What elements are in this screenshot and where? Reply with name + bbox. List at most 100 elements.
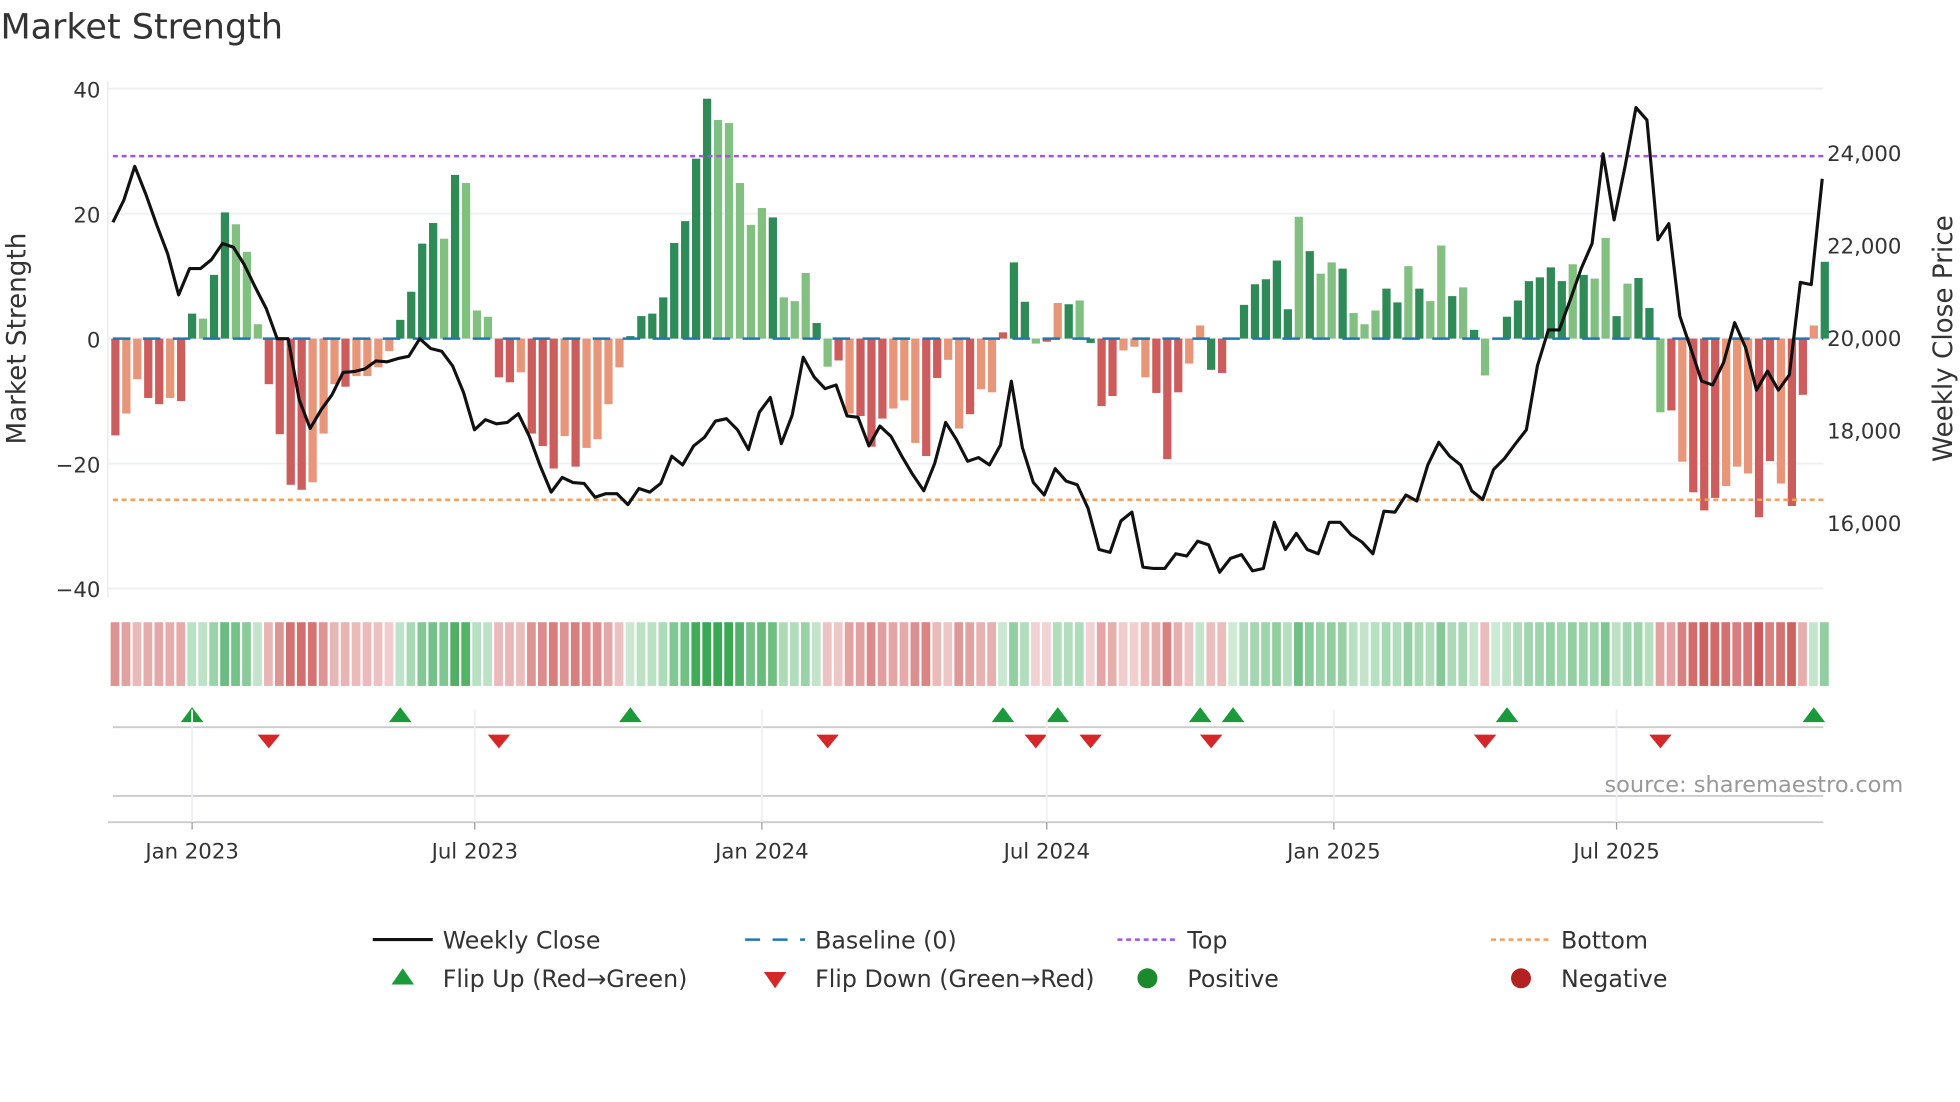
strength-strip-cell	[932, 622, 942, 686]
strength-strip-cell	[1644, 622, 1654, 686]
strength-strip-cell	[625, 622, 635, 686]
strength-strip-cell	[570, 622, 580, 686]
strength-strip-cell	[998, 622, 1007, 686]
strength-strip-cell	[855, 622, 865, 686]
strength-bar	[1415, 288, 1424, 339]
strength-bar	[231, 224, 241, 339]
strength-bar	[1031, 338, 1040, 344]
strength-strip-cell	[1655, 622, 1665, 686]
strength-bar	[1480, 338, 1490, 376]
x-tick-label: Jul 2025	[1571, 839, 1659, 864]
strength-strip-cell	[1348, 622, 1358, 686]
strength-bar	[823, 338, 832, 367]
flip-down-marker	[257, 734, 281, 749]
positive-dot-icon	[1137, 968, 1158, 989]
strength-bar	[505, 338, 514, 383]
strength-strip-cell	[921, 622, 931, 686]
strength-strip-cell	[954, 622, 964, 686]
strength-strip-cell	[296, 622, 306, 686]
strength-bar	[757, 208, 767, 339]
strength-bar	[878, 338, 887, 419]
strength-bar	[1437, 245, 1446, 339]
strength-bar	[220, 212, 230, 339]
strength-strip-cell	[351, 622, 361, 686]
strength-bar	[198, 318, 208, 339]
strength-strip-cell	[1250, 622, 1259, 686]
strength-bar	[735, 183, 745, 339]
strength-strip-cell	[1809, 622, 1818, 686]
strength-strip-cell	[1140, 622, 1150, 686]
strength-strip-cell	[110, 622, 120, 686]
strength-strip-cell	[1447, 622, 1457, 686]
strength-bar	[1152, 338, 1161, 393]
strength-strip-cell	[1074, 622, 1084, 686]
strength-bar	[889, 338, 898, 409]
flip-down-marker	[1079, 734, 1102, 749]
strength-strip-cell	[811, 622, 821, 686]
strength-strip-cell	[220, 622, 229, 686]
strength-bar	[1765, 338, 1775, 462]
strength-bar	[604, 338, 613, 405]
strength-strip-cell	[143, 622, 153, 686]
strength-bar	[582, 338, 591, 448]
strength-strip-cell	[1754, 622, 1764, 686]
strength-bar	[571, 338, 580, 467]
strength-strip-cell	[318, 622, 328, 686]
strength-bar	[177, 338, 186, 402]
strength-bar	[1305, 251, 1314, 339]
strength-strip-cell	[176, 622, 186, 686]
strength-bar	[670, 243, 679, 339]
strength-strip-cell	[121, 622, 131, 686]
strength-bar	[1108, 338, 1117, 397]
strength-strip-cell	[253, 622, 262, 686]
strength-strip-cell	[264, 622, 273, 686]
strength-bar	[1294, 216, 1303, 339]
strength-strip-cell	[779, 622, 788, 686]
strength-strip-cell	[483, 622, 492, 686]
strength-bar	[275, 338, 284, 435]
strength-bar	[922, 338, 931, 457]
strength-strip-cell	[899, 622, 909, 686]
strength-bar	[187, 313, 197, 339]
strength-bar	[1064, 304, 1073, 339]
x-tick-label: Jan 2023	[143, 839, 239, 864]
strength-bar	[801, 273, 810, 339]
strength-strip-cell	[1776, 622, 1785, 686]
strength-strip-cell	[417, 622, 427, 686]
strength-strip-cell	[1721, 622, 1731, 686]
flip-down-marker	[1649, 734, 1672, 749]
legend-bottom: Bottom	[1561, 926, 1648, 954]
strength-bar	[1732, 338, 1742, 467]
strength-strip-cell	[154, 622, 164, 686]
strength-bar	[538, 338, 547, 447]
strength-bar	[1163, 338, 1172, 460]
strength-bar	[1404, 266, 1413, 339]
strength-strip-cell	[1743, 622, 1753, 686]
strength-bar	[1327, 262, 1336, 339]
strength-bar	[746, 224, 756, 339]
strength-bar	[702, 98, 712, 339]
strength-bar	[1776, 338, 1786, 484]
strength-strip-cell	[713, 622, 723, 686]
flip-up-marker	[619, 707, 642, 723]
strength-bar	[450, 174, 460, 339]
strength-strip-cell	[888, 622, 898, 686]
strength-strip-cell	[1622, 622, 1632, 686]
strength-strip-cell	[1370, 622, 1380, 686]
strength-bar	[965, 338, 975, 415]
strength-bar	[987, 338, 997, 393]
chart-title: Market Strength	[0, 8, 283, 48]
y-axis-label: Market Strength	[2, 233, 32, 445]
legend-negative: Negative	[1561, 965, 1667, 993]
strength-bar	[1535, 277, 1544, 339]
strength-strip-cell	[987, 622, 996, 686]
strength-bar	[407, 291, 416, 339]
strength-bar	[166, 338, 175, 398]
y2-tick-label: 22,000	[1827, 235, 1901, 260]
strength-strip-cell	[1403, 622, 1413, 686]
strength-strip-cell	[1820, 622, 1829, 686]
strength-strip-cell	[275, 622, 284, 686]
strength-strip-cell	[198, 622, 208, 686]
strength-bar	[461, 183, 471, 339]
strength-bar	[472, 310, 482, 339]
